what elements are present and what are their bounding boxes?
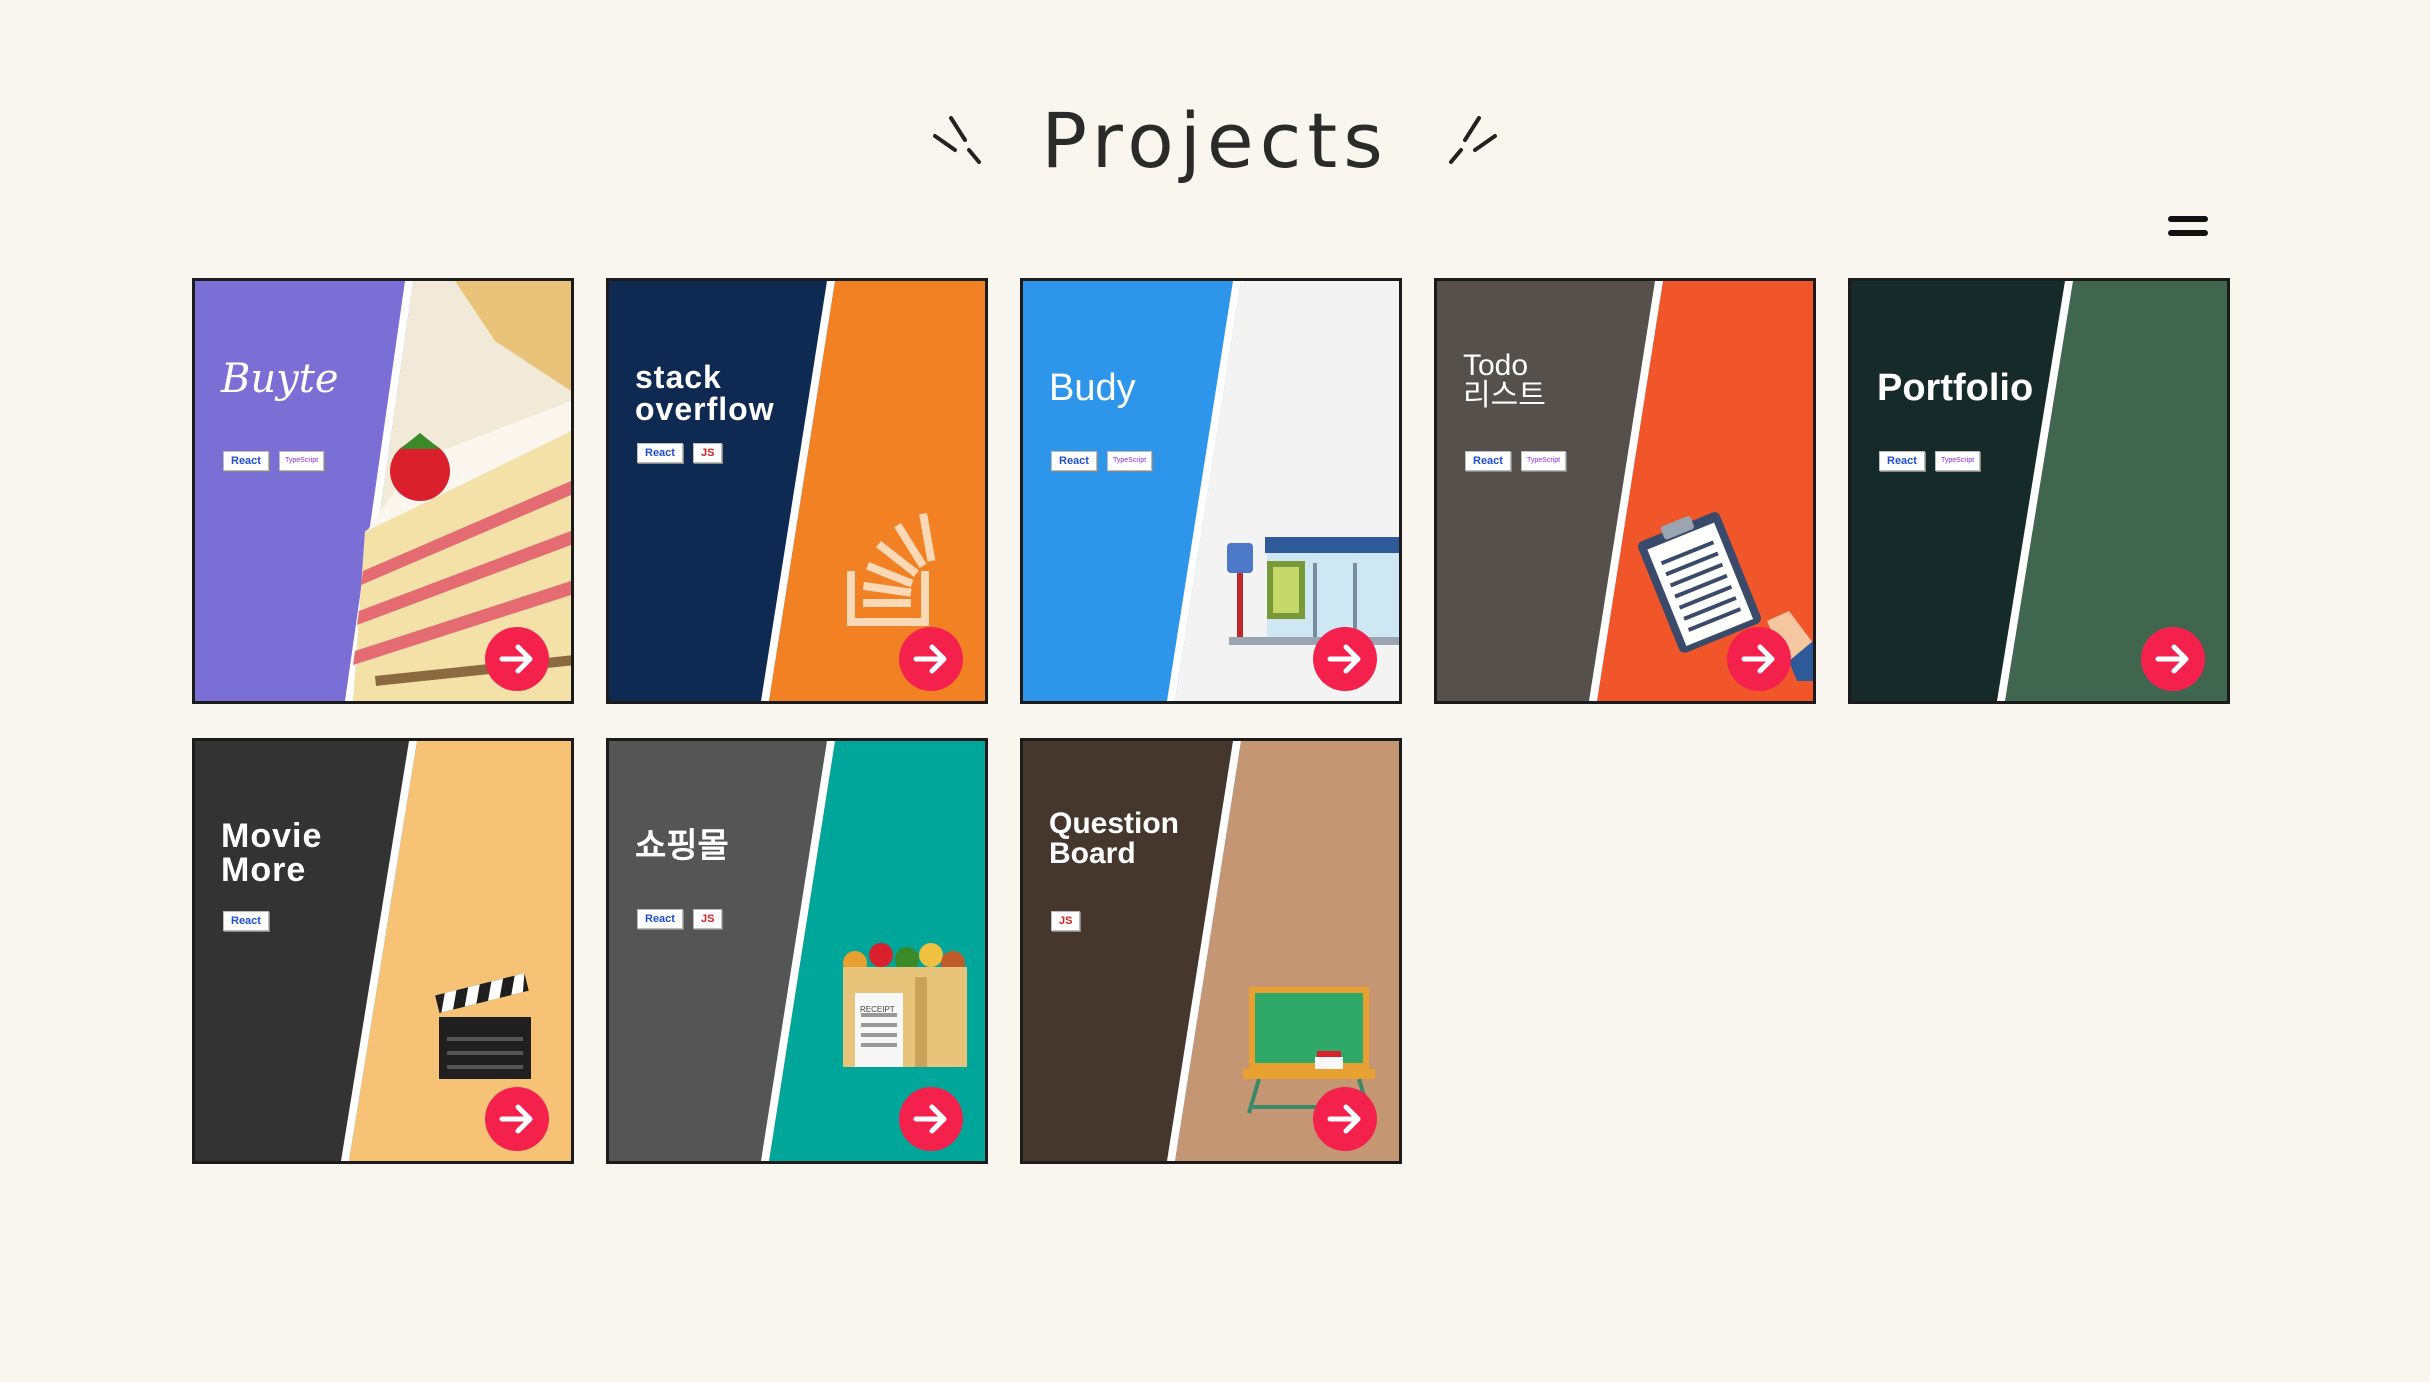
sparkle-right-icon bbox=[1448, 116, 1497, 164]
tag-typescript: TypeScript bbox=[1520, 451, 1567, 471]
tag-react: React bbox=[223, 451, 269, 471]
project-card-portfolio[interactable]: Portfolio React TypeScript bbox=[1848, 278, 2230, 704]
open-project-button[interactable] bbox=[485, 627, 549, 691]
arrow-right-icon bbox=[913, 1104, 947, 1134]
open-project-button[interactable] bbox=[899, 1087, 963, 1151]
tag-typescript: TypeScript bbox=[1106, 451, 1153, 471]
page-title: Projects bbox=[1041, 95, 1389, 185]
projects-grid: Buyte React TypeScript stack overflow Re… bbox=[192, 278, 2230, 1164]
tech-tags: React JS bbox=[637, 443, 723, 463]
open-project-button[interactable] bbox=[1313, 627, 1377, 691]
project-card-movie-more[interactable]: Movie More React bbox=[192, 738, 574, 1164]
card-title: Todo 리스트 bbox=[1463, 349, 1546, 412]
receipt-text: RECEIPT bbox=[860, 1005, 895, 1014]
arrow-right-icon bbox=[1327, 1104, 1361, 1134]
card-title: stack overflow bbox=[635, 359, 775, 427]
arrow-right-icon bbox=[1741, 644, 1775, 674]
tag-react: React bbox=[223, 911, 269, 931]
tag-typescript: TypeScript bbox=[1934, 451, 1981, 471]
open-project-button[interactable] bbox=[1313, 1087, 1377, 1151]
tech-tags: React TypeScript bbox=[1879, 451, 1981, 471]
tech-tags: React TypeScript bbox=[1465, 451, 1567, 471]
tech-tags: React bbox=[223, 911, 269, 931]
open-project-button[interactable] bbox=[1727, 627, 1791, 691]
arrow-right-icon bbox=[2155, 644, 2189, 674]
tech-tags: React JS bbox=[637, 909, 723, 929]
tag-react: React bbox=[1465, 451, 1511, 471]
tag-react: React bbox=[1051, 451, 1097, 471]
tech-tags: React TypeScript bbox=[223, 451, 325, 471]
project-card-shopping-mall[interactable]: RECEIPT 쇼핑몰 React JS bbox=[606, 738, 988, 1164]
tag-js: JS bbox=[1051, 911, 1081, 931]
card-title: Portfolio bbox=[1877, 367, 2034, 409]
sparkle-left-icon bbox=[933, 116, 982, 164]
tag-react: React bbox=[637, 443, 683, 463]
arrow-right-icon bbox=[913, 644, 947, 674]
tag-react: React bbox=[637, 909, 683, 929]
page-header: Projects bbox=[0, 80, 2430, 200]
project-card-budy[interactable]: Budy React TypeScript bbox=[1020, 278, 1402, 704]
tag-js: JS bbox=[692, 909, 723, 929]
open-project-button[interactable] bbox=[2141, 627, 2205, 691]
card-title: Question Board bbox=[1049, 807, 1180, 870]
arrow-right-icon bbox=[499, 644, 533, 674]
card-title: Budy bbox=[1049, 367, 1136, 409]
open-project-button[interactable] bbox=[899, 627, 963, 691]
card-title: Buyte bbox=[221, 356, 339, 402]
arrow-right-icon bbox=[499, 1104, 533, 1134]
arrow-right-icon bbox=[1327, 644, 1361, 674]
hamburger-menu-icon[interactable] bbox=[2168, 216, 2208, 240]
card-title: 쇼핑몰 bbox=[635, 827, 729, 865]
tech-tags: JS bbox=[1051, 911, 1081, 931]
tag-typescript: TypeScript bbox=[278, 451, 325, 471]
card-title: Movie More bbox=[221, 817, 323, 889]
tag-js: JS bbox=[692, 443, 723, 463]
project-card-question-board[interactable]: Question Board JS bbox=[1020, 738, 1402, 1164]
open-project-button[interactable] bbox=[485, 1087, 549, 1151]
project-card-todo[interactable]: Todo 리스트 React TypeScript bbox=[1434, 278, 1816, 704]
tech-tags: React TypeScript bbox=[1051, 451, 1153, 471]
strawberry-icon bbox=[390, 441, 450, 501]
tag-react: React bbox=[1879, 451, 1925, 471]
project-card-stackoverflow[interactable]: stack overflow React JS bbox=[606, 278, 988, 704]
project-card-buyte[interactable]: Buyte React TypeScript bbox=[192, 278, 574, 704]
